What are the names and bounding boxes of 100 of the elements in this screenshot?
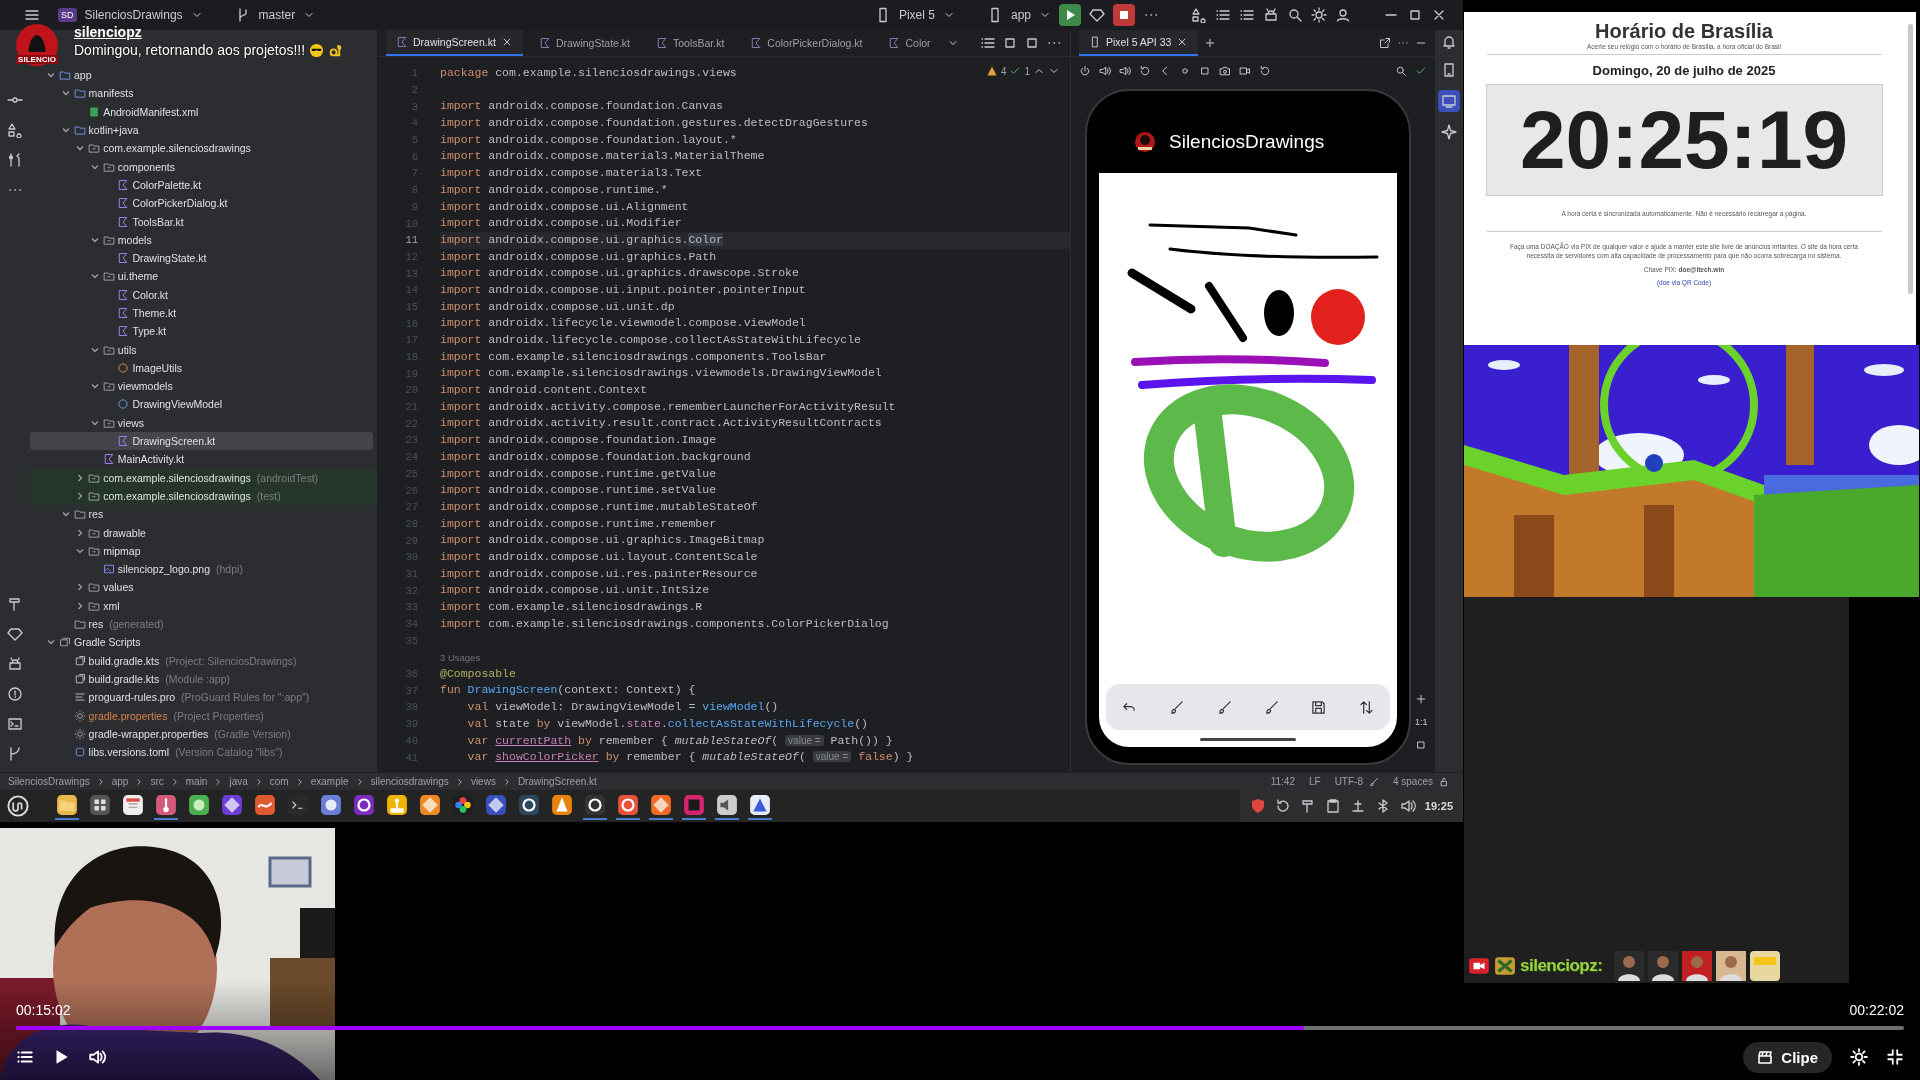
tree-item[interactable]: silenciopz_logo.png (hdpi) — [30, 560, 377, 579]
code-line: import androidx.compose.ui.Modifier — [440, 215, 682, 232]
code-line: import androidx.compose.runtime.mutableStateOf — [440, 498, 758, 515]
tree-item[interactable]: utils — [30, 340, 377, 359]
code-line: @Composable — [440, 665, 516, 682]
run-config-selector[interactable]: app — [1010, 8, 1031, 22]
editor-tab[interactable]: ColorPickerDialog.kt — [740, 30, 873, 56]
zoom-label[interactable]: 1:1 — [1415, 717, 1428, 727]
caret-position[interactable]: 11:42 — [1270, 776, 1295, 787]
tree-item[interactable]: components — [30, 157, 377, 176]
tree-item[interactable]: libs.versions.toml (Version Catalog "libs") — [30, 743, 377, 762]
code-line: import androidx.activity.result.contract.ActivityResultContracts — [440, 415, 882, 432]
tree-item[interactable]: kotlin+java — [30, 120, 377, 140]
tree-item[interactable]: build.gradle.kts (Module :app) — [30, 669, 377, 689]
code-line: import com.example.silenciosdrawings.R — [440, 599, 703, 615]
taskbar-clock[interactable]: 19:25 — [1424, 800, 1453, 812]
tree-item[interactable]: viewmodels — [30, 377, 377, 396]
tree-item[interactable]: manifests — [30, 84, 377, 103]
code-line: import androidx.compose.ui.graphics.Path — [440, 248, 717, 265]
tree-item[interactable]: DrawingState.kt — [30, 248, 377, 268]
code-line: import androidx.compose.runtime.getValue — [440, 465, 717, 482]
alert-username: silenciopz: — [1520, 956, 1603, 976]
code-line: val viewModel: DrawingViewModel = viewModel() — [466, 699, 779, 716]
tree-item[interactable]: gradle.properties (Project Properties) — [30, 706, 377, 725]
tree-item[interactable]: xml — [30, 596, 377, 615]
passed-count[interactable]: 1 — [1024, 65, 1030, 77]
breadcrumb-item[interactable]: app — [111, 776, 129, 787]
code-line: import androidx.compose.foundation.Image — [440, 432, 717, 449]
tree-item[interactable]: build.gradle.kts (Project: SilenciosDrawings) — [30, 651, 377, 670]
code-line: import com.example.silenciosdrawings.components.ColorPickerDialog — [440, 615, 889, 632]
indent-setting[interactable]: 4 spaces — [1392, 776, 1433, 787]
code-line: var currentPath by remember { mutableStateOf( value = Path()) } — [466, 732, 893, 749]
device-tab[interactable]: Pixel 5 API 33 — [1079, 30, 1199, 56]
line-ending[interactable]: LF — [1308, 776, 1321, 787]
tree-item[interactable]: views — [30, 413, 377, 432]
project-badge: SD — [58, 8, 77, 22]
file-encoding[interactable]: UTF-8 — [1334, 776, 1363, 787]
code-line: import com.example.silenciosdrawings.components.ToolsBar — [440, 348, 827, 365]
tree-item[interactable]: ColorPalette.kt — [30, 175, 377, 195]
code-line: val state by viewModel.state.collectAsStateWithLifecycle() — [466, 715, 868, 732]
code-line: import androidx.compose.ui.unit.dp — [440, 298, 675, 315]
warning-count[interactable]: 4 — [1000, 65, 1007, 77]
tree-item[interactable]: Color.kt — [30, 285, 377, 304]
branch-selector[interactable]: master — [258, 8, 296, 22]
usages-hint[interactable]: 3 Usages — [440, 651, 481, 663]
breadcrumb-item[interactable]: example — [310, 776, 349, 787]
code-line: import com.example.silenciosdrawings.viewmodels.DrawingViewModel — [440, 365, 882, 382]
tree-item[interactable]: com.example.silenciosdrawings — [30, 139, 377, 158]
code-line: var showColorPicker by remember { mutableStateOf( value = false) } — [466, 749, 914, 766]
tree-item[interactable]: mipmap — [30, 541, 377, 560]
page-title: Horário de Brasília — [1595, 20, 1773, 43]
tree-item[interactable]: ColorPickerDialog.kt — [30, 194, 377, 213]
tree-item[interactable]: models — [30, 230, 377, 249]
tree-item[interactable]: DrawingScreen.kt — [30, 431, 373, 451]
duration: 00:22:02 — [1849, 1002, 1904, 1018]
editor-tab[interactable]: DrawingScreen.kt — [386, 30, 523, 56]
breadcrumb-item[interactable]: silenciosdrawings — [370, 776, 449, 787]
tree-item[interactable]: Type.kt — [30, 322, 377, 341]
tree-item[interactable]: Gradle Scripts — [30, 633, 377, 652]
tree-item[interactable]: values — [30, 578, 377, 597]
chat-message: Domingou, retornando aos projetos!!! — [74, 42, 306, 58]
code-line: import androidx.compose.foundation.layout.* — [440, 131, 737, 148]
tree-item[interactable]: res — [30, 505, 377, 524]
clock-display: 20:25:19 — [1485, 84, 1883, 196]
editor-tab[interactable]: DrawingState.kt — [528, 30, 640, 56]
tree-item[interactable]: AndroidManifest.xml — [30, 102, 377, 121]
tree-item[interactable]: DrawingViewModel — [30, 395, 377, 414]
breadcrumb-item[interactable]: src — [150, 776, 164, 787]
chat-username[interactable]: silenciopz — [74, 24, 344, 40]
breadcrumb-item[interactable]: views — [470, 776, 496, 787]
tree-item[interactable]: ui.theme — [30, 267, 377, 286]
date-text: Domingo, 20 de julho de 2025 — [1592, 63, 1776, 78]
tree-item[interactable]: ImageUtils — [30, 358, 377, 378]
tree-item[interactable]: com.example.silenciosdrawings (androidTest) — [30, 468, 377, 487]
code-line: import androidx.compose.runtime.* — [440, 181, 668, 198]
tree-item[interactable]: proguard-rules.pro (ProGuard Rules for ":app") — [30, 688, 377, 707]
code-line: import androidx.compose.foundation.Canvas — [440, 98, 723, 115]
code-line: import androidx.compose.runtime.setValue — [440, 482, 717, 499]
breadcrumb-item[interactable]: main — [185, 776, 208, 787]
code-line: import android.content.Context — [440, 382, 648, 399]
code-line: import androidx.compose.ui.Alignment — [440, 198, 689, 215]
tree-item[interactable]: MainActivity.kt — [30, 450, 377, 469]
tree-item[interactable]: drawable — [30, 523, 377, 542]
device-selector[interactable]: Pixel 5 — [898, 8, 935, 22]
code-line: fun DrawingScreen(context: Context) { — [440, 682, 696, 699]
tree-item[interactable]: ToolsBar.kt — [30, 212, 377, 231]
breadcrumb-item[interactable]: java — [229, 776, 248, 787]
clip-button[interactable]: Clipe — [1743, 1041, 1832, 1073]
tree-item[interactable]: gradle-wrapper.properties (Gradle Version) — [30, 724, 377, 743]
current-time: 00:15:02 — [16, 1002, 71, 1018]
tree-item[interactable]: app — [30, 66, 377, 85]
breadcrumb-item[interactable]: com — [269, 776, 289, 787]
editor-tab[interactable]: Color — [878, 30, 941, 56]
breadcrumb-item[interactable]: SilenciosDrawings — [8, 776, 90, 787]
editor-tab[interactable]: ToolsBar.kt — [646, 30, 735, 56]
tree-item[interactable]: Theme.kt — [30, 303, 377, 323]
tree-item[interactable]: res (generated) — [30, 614, 377, 634]
code-line: import androidx.compose.ui.graphics.drawscope.Stroke — [440, 265, 799, 282]
project-selector[interactable]: SilenciosDrawings — [84, 8, 183, 22]
breadcrumb-item[interactable]: DrawingScreen.kt — [517, 776, 597, 787]
